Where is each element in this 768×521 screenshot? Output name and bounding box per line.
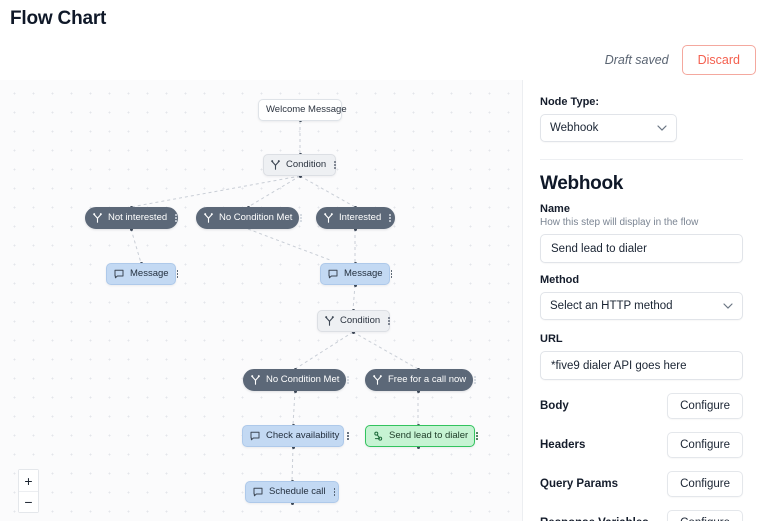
flow-canvas[interactable]: Welcome Message Condition Not interested No…: [0, 80, 523, 521]
flow-node-cond2[interactable]: Condition: [317, 310, 390, 332]
config-row: Response Variables Configure: [540, 510, 743, 521]
node-menu-icon[interactable]: [334, 161, 336, 169]
flow-node-label: Message: [130, 269, 169, 279]
node-menu-icon[interactable]: [391, 270, 393, 278]
flow-node-label: Free for a call now: [388, 375, 466, 385]
node-menu-icon[interactable]: [476, 432, 478, 440]
flow-chart-app: Flow Chart Draft saved Discard: [0, 0, 768, 521]
branch-icon: [373, 375, 382, 385]
config-row-label: Response Variables: [540, 517, 649, 521]
webhook-icon: [373, 431, 383, 441]
flow-node-label: Message: [344, 269, 383, 279]
flow-node-nocond2[interactable]: No Condition Met: [243, 369, 346, 391]
node-properties-panel: Node Type: Webhook Webhook Name How this…: [524, 80, 768, 521]
branch-icon: [324, 213, 333, 223]
flow-node-sendlead[interactable]: Send lead to dialer: [365, 425, 475, 447]
name-label: Name: [540, 203, 743, 215]
method-field-block: Method Select an HTTP method: [540, 274, 743, 320]
flow-node-welcome[interactable]: Welcome Message: [258, 99, 342, 121]
configure-button[interactable]: Configure: [667, 432, 743, 458]
node-menu-icon[interactable]: [177, 270, 179, 278]
header-actions: Draft saved Discard: [605, 45, 756, 75]
zoom-out-button[interactable]: −: [19, 491, 38, 512]
flow-node-msg2[interactable]: Message: [320, 263, 390, 285]
flow-node-label: Check availability: [266, 431, 339, 441]
configure-button[interactable]: Configure: [667, 510, 743, 521]
name-hint: How this step will display in the flow: [540, 217, 743, 228]
node-menu-icon[interactable]: [175, 214, 177, 222]
name-input[interactable]: [540, 234, 743, 263]
panel-title: Webhook: [540, 173, 743, 195]
draft-status-text: Draft saved: [605, 53, 669, 67]
chat-bubble-icon: [328, 269, 338, 279]
chat-bubble-icon: [253, 487, 263, 497]
chat-bubble-icon: [114, 269, 124, 279]
flow-node-schedule[interactable]: Schedule call: [245, 481, 339, 503]
node-type-label: Node Type:: [540, 96, 743, 108]
config-row-label: Headers: [540, 439, 585, 451]
config-row: Headers Configure: [540, 432, 743, 458]
zoom-controls[interactable]: + −: [18, 469, 39, 513]
method-label: Method: [540, 274, 743, 286]
name-field-block: Name How this step will display in the f…: [540, 203, 743, 263]
flow-node-label: No Condition Met: [219, 213, 292, 223]
branch-icon: [251, 375, 260, 385]
url-input[interactable]: [540, 351, 743, 380]
method-value: Select an HTTP method: [550, 300, 673, 312]
node-menu-icon[interactable]: [389, 214, 391, 222]
chat-bubble-icon: [250, 431, 260, 441]
method-select[interactable]: Select an HTTP method: [540, 292, 743, 320]
flow-node-label: Schedule call: [269, 487, 326, 497]
zoom-in-button[interactable]: +: [19, 470, 38, 491]
config-row: Query Params Configure: [540, 471, 743, 497]
configure-button[interactable]: Configure: [667, 471, 743, 497]
branch-icon: [271, 160, 280, 170]
configure-button[interactable]: Configure: [667, 393, 743, 419]
node-menu-icon[interactable]: [334, 488, 336, 496]
config-row: Body Configure: [540, 393, 743, 419]
flow-node-label: Not interested: [108, 213, 167, 223]
flow-node-freecall[interactable]: Free for a call now: [365, 369, 473, 391]
node-menu-icon[interactable]: [388, 317, 390, 325]
url-label: URL: [540, 333, 743, 345]
config-row-label: Query Params: [540, 478, 618, 490]
branch-icon: [204, 213, 213, 223]
branch-icon: [325, 316, 334, 326]
node-menu-icon[interactable]: [347, 376, 349, 384]
page-title: Flow Chart: [10, 8, 106, 30]
flow-node-label: Welcome Message: [266, 105, 347, 115]
config-row-label: Body: [540, 400, 569, 412]
config-rows: BodyConfigureHeadersConfigureQuery Param…: [540, 393, 743, 521]
node-type-select[interactable]: Webhook: [540, 114, 677, 142]
url-field-block: URL: [540, 333, 743, 380]
flow-node-label: No Condition Met: [266, 375, 339, 385]
flow-node-label: Interested: [339, 213, 381, 223]
chevron-down-icon: [657, 125, 667, 131]
flow-node-label: Condition: [286, 160, 326, 170]
node-menu-icon[interactable]: [347, 432, 349, 440]
flow-node-label: Send lead to dialer: [389, 431, 468, 441]
node-menu-icon[interactable]: [300, 214, 302, 222]
discard-button[interactable]: Discard: [682, 45, 756, 75]
node-menu-icon[interactable]: [474, 376, 476, 384]
branch-icon: [93, 213, 102, 223]
node-type-value: Webhook: [550, 122, 598, 134]
chevron-down-icon: [723, 303, 733, 309]
flow-node-checkavail[interactable]: Check availability: [242, 425, 344, 447]
flow-node-nocond1[interactable]: No Condition Met: [196, 207, 299, 229]
flow-edges: [0, 80, 523, 521]
flow-node-cond1[interactable]: Condition: [263, 154, 336, 176]
flow-node-label: Condition: [340, 316, 380, 326]
flow-node-msg1[interactable]: Message: [106, 263, 176, 285]
flow-node-interested[interactable]: Interested: [316, 207, 395, 229]
panel-divider: [540, 159, 743, 160]
flow-node-notint[interactable]: Not interested: [85, 207, 178, 229]
